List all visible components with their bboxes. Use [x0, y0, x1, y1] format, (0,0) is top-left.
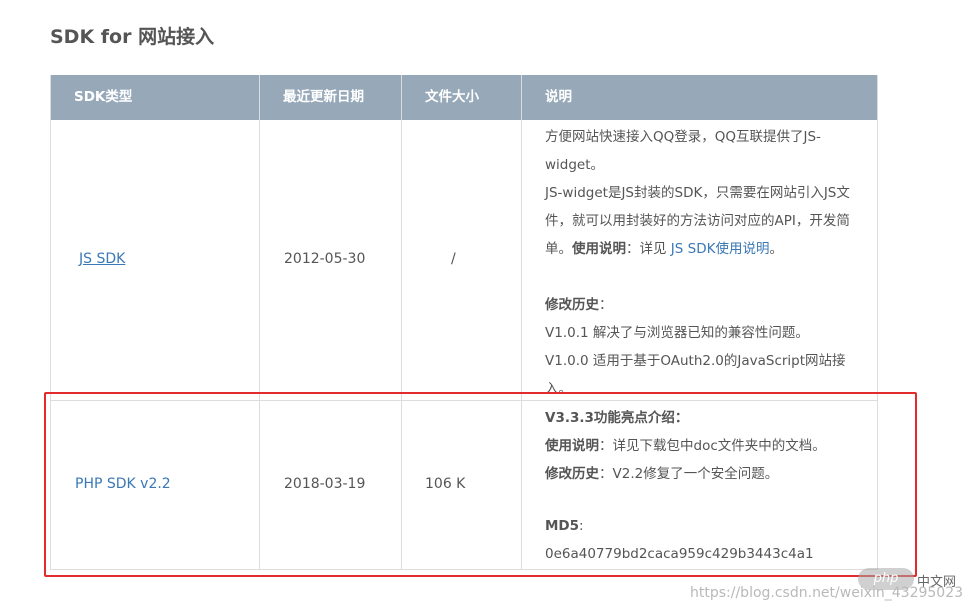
js-sdk-size: / [451, 251, 456, 267]
desc-line-history: 修改历史： [545, 293, 613, 313]
highlight-box [44, 392, 917, 577]
js-sdk-date: 2012-05-30 [284, 251, 366, 267]
desc-text: ： [599, 297, 613, 313]
watermark-url: https://blog.csdn.net/weixin_43295023 [690, 585, 964, 601]
usage-label: 使用说明 [572, 241, 626, 257]
desc-line-usage: 单。使用说明：详见 JS SDK使用说明。 [545, 237, 783, 257]
page-title: SDK for 网站接入 [50, 26, 215, 48]
header-sdk-type: SDK类型 [74, 89, 133, 105]
desc-text: 单。 [545, 241, 572, 257]
desc-line: JS-widget是JS封装的SDK，只需要在网站引入JS文 [545, 185, 850, 201]
history-label: 修改历史 [545, 297, 599, 313]
desc-line: 件，就可以用封装好的方法访问对应的API，开发简 [545, 213, 850, 229]
desc-line: V1.0.1 解决了与浏览器已知的兼容性问题。 [545, 325, 809, 341]
desc-text: 。 [769, 241, 783, 257]
js-sdk-usage-link[interactable]: JS SDK使用说明 [671, 241, 770, 257]
desc-line: V1.0.0 适用于基于OAuth2.0的JavaScript网站接 [545, 353, 846, 369]
table-header: SDK类型 最近更新日期 文件大小 说明 [50, 75, 878, 120]
desc-line: widget。 [545, 157, 605, 173]
header-file-size: 文件大小 [425, 89, 479, 105]
js-sdk-link[interactable]: JS SDK [79, 251, 125, 267]
desc-line: 方便网站快速接入QQ登录，QQ互联提供了JS- [545, 129, 821, 145]
desc-text: ：详见 [626, 241, 671, 257]
header-description: 说明 [545, 89, 572, 105]
header-update-date: 最近更新日期 [283, 89, 364, 105]
